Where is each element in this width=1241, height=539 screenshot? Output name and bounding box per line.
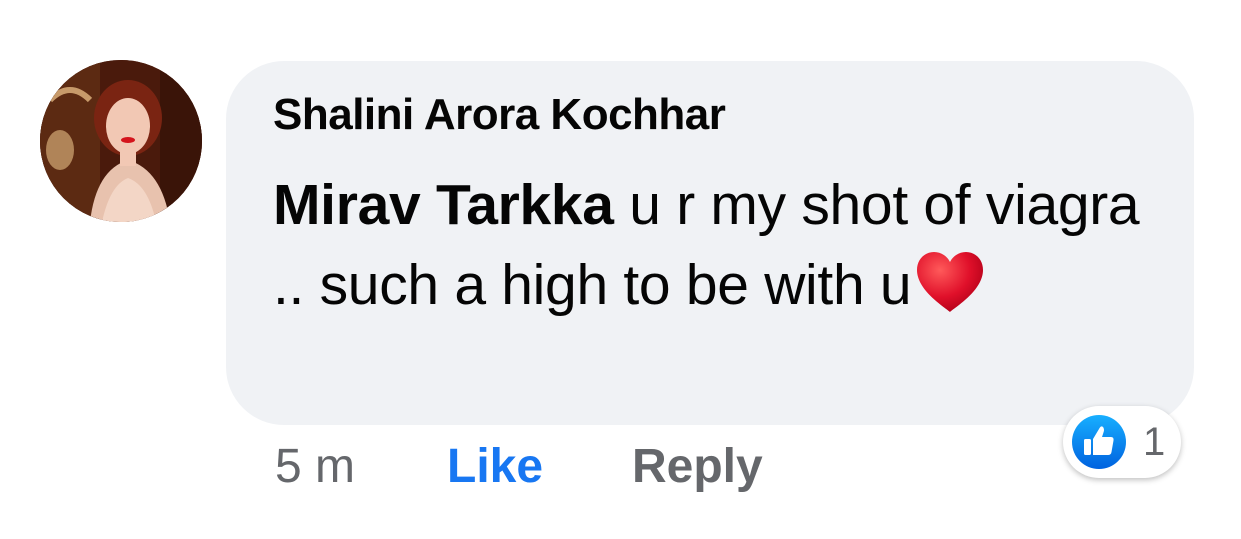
comment-text: Mirav Tarkka u r my shot of viagra .. su… — [273, 165, 1153, 325]
like-icon — [1072, 415, 1126, 469]
reaction-count: 1 — [1143, 420, 1166, 464]
reply-button[interactable]: Reply — [632, 437, 763, 497]
comment: Shalini Arora Kochhar Mirav Tarkka u r m… — [0, 0, 1241, 539]
mention-link[interactable]: Mirav Tarkka — [273, 173, 614, 237]
timestamp[interactable]: 5 m — [275, 437, 355, 497]
heart-emoji-icon — [917, 252, 984, 312]
like-button[interactable]: Like — [447, 437, 543, 497]
author-name[interactable]: Shalini Arora Kochhar — [273, 90, 726, 140]
avatar[interactable] — [40, 60, 202, 222]
reaction-summary[interactable]: 1 — [1063, 406, 1181, 478]
profile-photo — [40, 60, 202, 222]
